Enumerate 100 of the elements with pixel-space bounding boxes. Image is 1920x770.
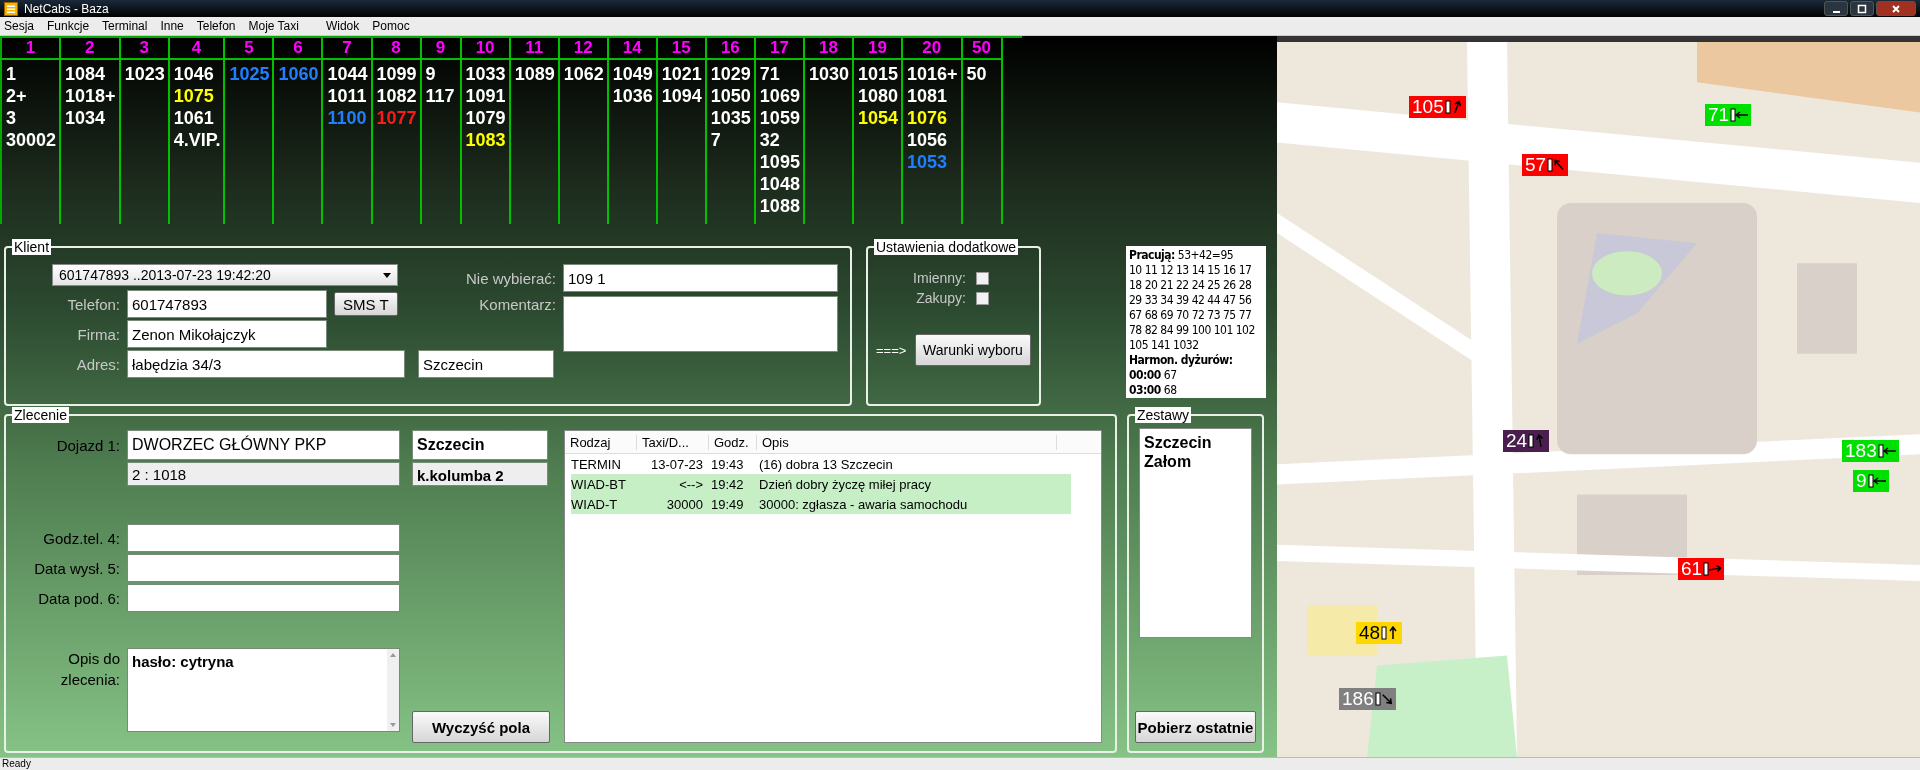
history-dropdown[interactable]: 601747893 ..2013-07-23 19:42:20: [52, 264, 398, 286]
taxi-number: 1033: [464, 63, 507, 85]
taxi-marker[interactable]: 48: [1356, 622, 1403, 644]
zone-field: 2 : 1018: [127, 462, 400, 486]
schedule-heading: Harmon. dyżurów:: [1129, 353, 1234, 368]
zone-header: 14: [608, 38, 656, 60]
taxi-marker[interactable]: 105: [1409, 96, 1466, 118]
clear-button[interactable]: Wyczyść pola: [412, 711, 550, 743]
taxi-number: 1083: [464, 129, 507, 151]
date-field[interactable]: [127, 584, 400, 612]
date-field[interactable]: [127, 554, 400, 582]
menu-item[interactable]: Widok: [325, 19, 360, 33]
taxi-number: 1025: [228, 63, 271, 85]
taxi-number: 1: [5, 63, 17, 85]
table-row[interactable]: WIAD-BT <--> 19:42 Dzień dobry życzę miłej pracy: [571, 474, 1071, 494]
direction-arrow-icon: [1444, 100, 1463, 114]
taxi-number: 1035: [709, 107, 752, 129]
taxi-marker[interactable]: 186: [1339, 688, 1396, 710]
taxi-number: 1080: [856, 85, 899, 107]
zone-header: 19: [853, 38, 901, 60]
column-header[interactable]: Godz.: [709, 434, 757, 450]
taxi-number: 1095: [758, 151, 801, 173]
taxi-number: 1048: [758, 173, 801, 195]
taxi-number: 50: [965, 63, 988, 85]
column-header[interactable]: Taxi/D...: [637, 434, 709, 450]
address-note: k.kolumba 2: [412, 462, 548, 486]
group-title: Klient: [12, 239, 52, 255]
taxi-number: 1091: [464, 85, 507, 107]
taxi-number: 9: [424, 63, 437, 85]
column-header[interactable]: Opis: [757, 434, 1057, 450]
close-button[interactable]: [1876, 1, 1916, 16]
checkbox-label: Imienny:: [913, 270, 966, 286]
menu-item[interactable]: Terminal: [102, 19, 148, 33]
maximize-icon: [1857, 3, 1867, 14]
zone-header: 15: [657, 38, 705, 60]
date-field[interactable]: [127, 524, 400, 552]
table-row[interactable]: WIAD-T 30000 19:49 30000: zgłasza - awaria samochodu: [571, 494, 1071, 514]
zone-header: 18: [804, 38, 852, 60]
taxi-marker[interactable]: 57: [1522, 154, 1569, 176]
group-title: Zestawy: [1135, 407, 1192, 423]
zone-header: 11: [510, 38, 558, 60]
menu-item[interactable]: Funkcje: [47, 19, 90, 33]
schedule-entry: 03:00 68: [1129, 383, 1178, 398]
taxi-number: 1084: [64, 63, 107, 85]
taxi-number: 1044: [326, 63, 369, 85]
list-item[interactable]: Załom: [1144, 452, 1247, 471]
taxi-number: 1016+: [906, 63, 959, 85]
checkbox[interactable]: [976, 271, 989, 285]
sms-button[interactable]: SMS T: [334, 292, 398, 316]
taxi-number: 1094: [660, 85, 703, 107]
taxi-number: 1079: [464, 107, 507, 129]
window-title: NetCabs - Baza: [24, 1, 109, 16]
list-item[interactable]: Szczecin: [1144, 433, 1247, 452]
minimize-button[interactable]: [1824, 1, 1848, 16]
taxi-marker[interactable]: 24: [1503, 430, 1550, 452]
taxi-number: 1076: [906, 107, 949, 129]
zone-header: 50: [962, 38, 1001, 60]
field-label: Data wysł. 5:: [33, 559, 120, 577]
menu-item[interactable]: Pomoc: [372, 19, 410, 33]
fetch-button[interactable]: Pobierz ostatnie: [1135, 711, 1256, 743]
status-text: Ready: [2, 758, 31, 769]
schedule-entry: 00:00 67: [1129, 368, 1178, 383]
conditions-button[interactable]: Warunki wyboru: [915, 334, 1031, 366]
working-count: Pracują: 53+42=95: [1129, 248, 1235, 263]
taxi-number: 32: [758, 129, 781, 151]
taxi-number: 1029: [709, 63, 752, 85]
comment-field[interactable]: [563, 296, 838, 352]
taxi-number: 1034: [64, 107, 107, 129]
field-label: Data pod. 6:: [37, 589, 120, 607]
menu-item[interactable]: Inne: [160, 19, 184, 33]
taxi-number: 30002: [5, 129, 58, 151]
taxi-number: 1054: [856, 107, 899, 129]
direction-arrow-icon: [1703, 562, 1722, 576]
scrollbar[interactable]: [387, 649, 399, 731]
dropdown-arrow-icon: [383, 272, 391, 278]
zone-header: 3: [120, 38, 168, 60]
menu-item[interactable]: Moje Taxi: [248, 19, 299, 33]
direction-arrow-icon: [1877, 444, 1896, 458]
city-field[interactable]: Szczecin: [412, 430, 548, 460]
zone-header: 17: [755, 38, 803, 60]
table-row[interactable]: TERMIN 13-07-23 19:43 (16) dobra 13 Szczecin: [571, 454, 1071, 474]
zone-header: 16: [706, 38, 754, 60]
taxi-number: 1023: [123, 63, 166, 85]
menu-item[interactable]: Telefon: [196, 19, 236, 33]
taxi-number: 1060: [277, 63, 320, 85]
taxi-number: 1062: [562, 63, 605, 85]
description-field[interactable]: hasło: cytryna: [127, 648, 400, 732]
zone-header: 10: [461, 38, 509, 60]
checkbox[interactable]: [976, 291, 989, 305]
taxi-marker[interactable]: 61: [1678, 558, 1725, 580]
pickup-field[interactable]: DWORZEC GŁÓWNY PKP: [127, 430, 400, 460]
column-header[interactable]: Rodzaj: [565, 434, 637, 450]
maximize-button[interactable]: [1850, 1, 1874, 16]
taxi-number: 7: [709, 129, 722, 151]
city-field[interactable]: Szczecin: [418, 350, 554, 378]
taxi-number: 1088: [758, 195, 801, 217]
menu-item[interactable]: Sesja: [4, 19, 35, 33]
zone-header: 4: [169, 38, 224, 60]
working-numbers: 10 11 12 13 14 15 16 17 18 20 21 22 24 25 26 28 29 33 34 39 42 44 47 56 67 68 69 70 72 73 75 77 78 82 84 99 100 101 102 105 141 1032: [1129, 263, 1256, 353]
zone-header: 5: [225, 38, 273, 60]
